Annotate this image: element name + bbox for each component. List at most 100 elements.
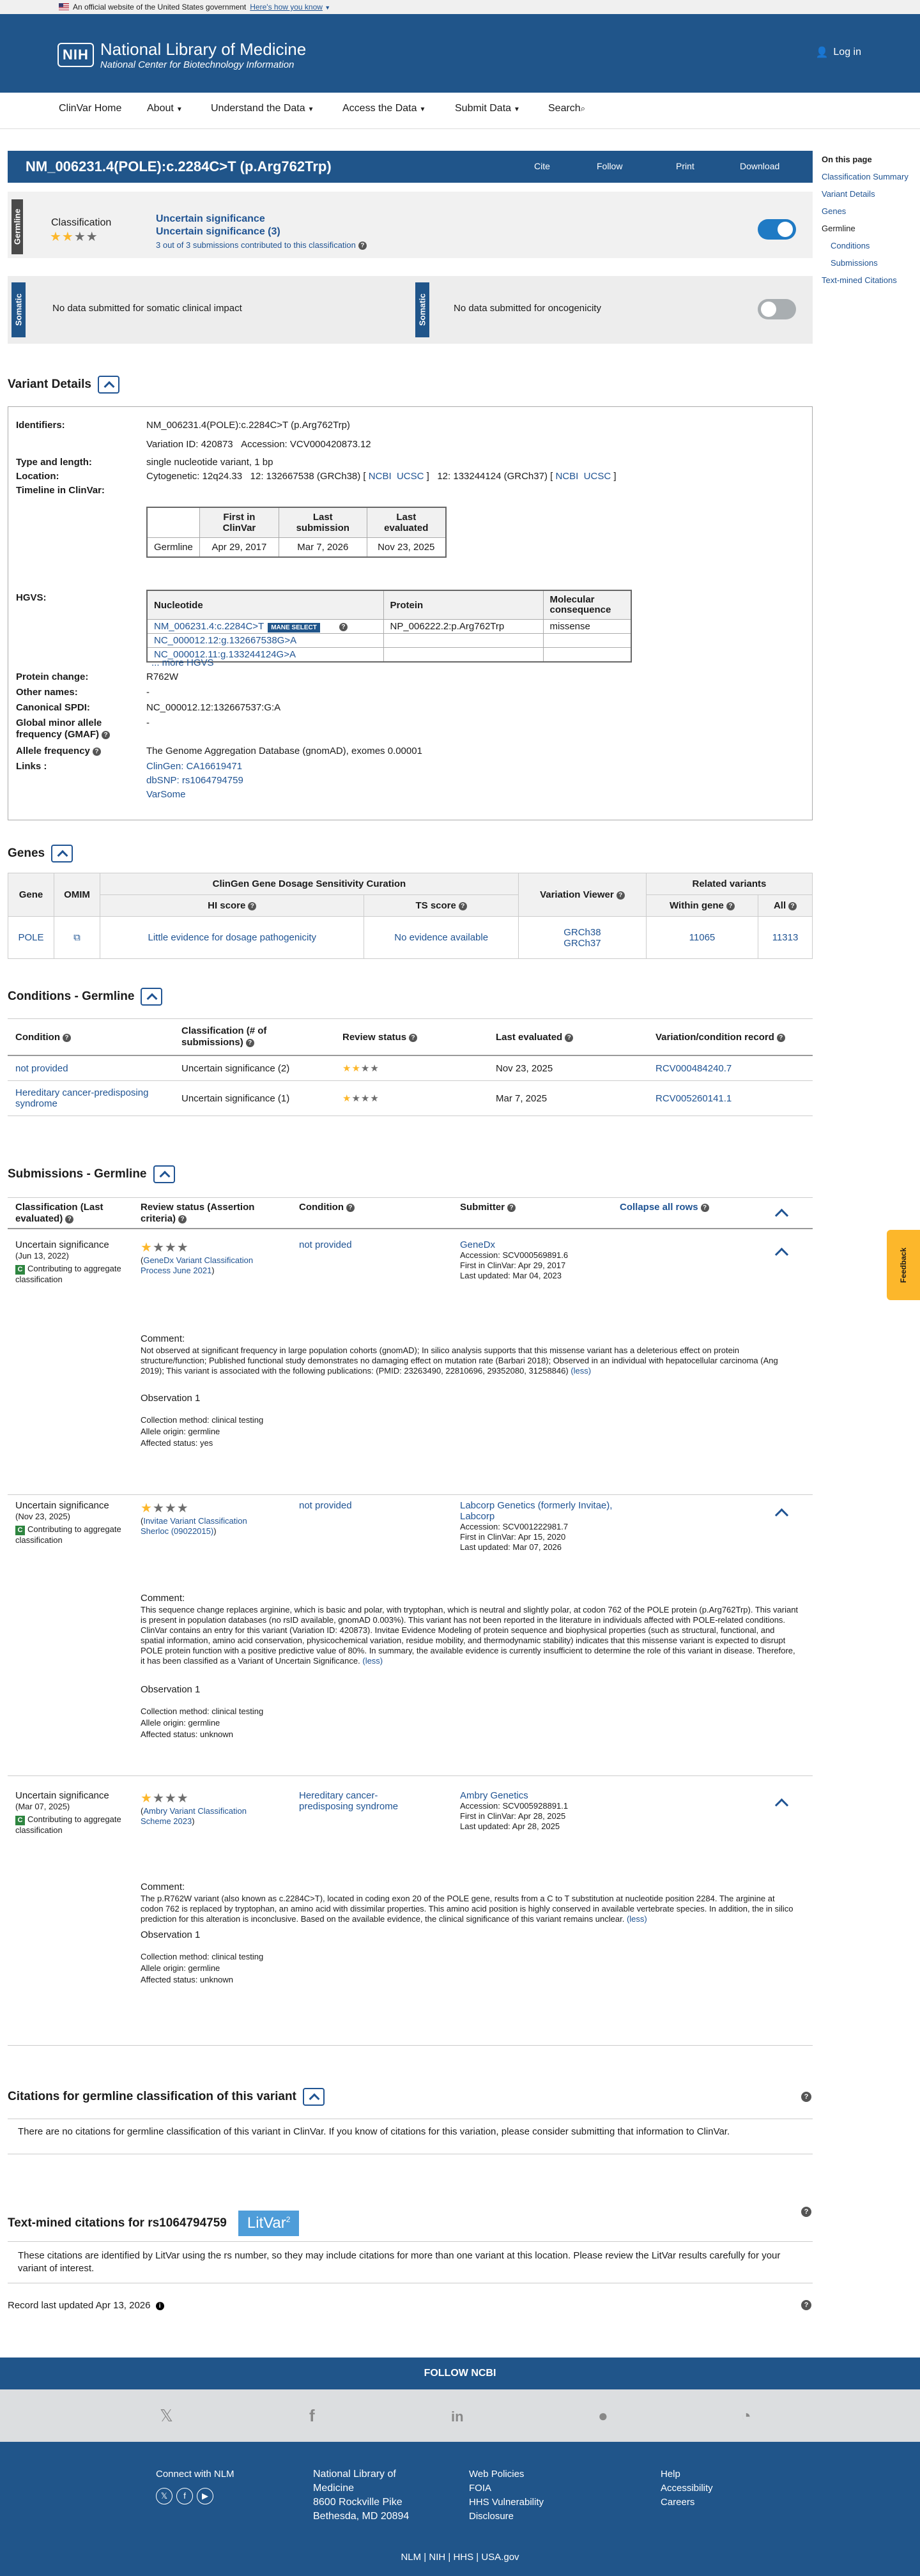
collapse-all-rows[interactable]: Collapse all rows? [620, 1202, 709, 1213]
submissions-count-link[interactable]: 3 out of 3 submissions contributed to th… [156, 240, 356, 250]
ucsc-link[interactable]: UCSC [397, 471, 424, 482]
nav-search[interactable]: Search⌕ [548, 103, 585, 114]
footer-link[interactable]: Help [661, 2467, 713, 2481]
footer-link[interactable]: HHS Vulnerability [469, 2496, 544, 2510]
hgvs-link[interactable]: NM_006231.4:c.2284C>T [154, 621, 264, 632]
nav-access[interactable]: Access the Data ▼ [342, 103, 425, 114]
info-icon[interactable]: ? [102, 731, 111, 739]
condition-link[interactable]: Hereditary cancer-predisposing syndrome [15, 1087, 148, 1109]
footer-link[interactable]: Web Policies [469, 2467, 544, 2481]
footer-link[interactable]: Accessibility [661, 2481, 713, 2496]
criteria-link[interactable]: GeneDx Variant Classification Process Ju… [141, 1255, 253, 1275]
onpage-conditions[interactable]: Conditions [822, 237, 917, 254]
onpage-classification-summary[interactable]: Classification Summary [822, 168, 917, 185]
facebook-icon[interactable]: f [176, 2488, 193, 2504]
rss-icon[interactable]: ◔ [741, 2406, 751, 2426]
collapse-button[interactable] [153, 1165, 175, 1183]
all-variants-link[interactable]: 11313 [772, 932, 799, 943]
youtube-icon[interactable]: ▶ [197, 2488, 213, 2504]
download-button[interactable]: Download [740, 161, 779, 171]
contributing-icon: C [15, 1816, 25, 1825]
social-bar: 𝕏 f in ● ◔ [0, 2389, 920, 2442]
ncbi-link[interactable]: NCBI [369, 471, 392, 482]
follow-button[interactable]: Follow [597, 161, 622, 171]
review-stars: ★★★★ [141, 1791, 189, 1805]
criteria-link[interactable]: Ambry Variant Classification Scheme 2023 [141, 1806, 247, 1826]
nav-clinvar-home[interactable]: ClinVar Home [59, 103, 121, 114]
within-gene-link[interactable]: 11065 [689, 932, 716, 943]
print-button[interactable]: Print [676, 161, 694, 171]
info-icon[interactable]: i [155, 2302, 164, 2310]
grch38-link[interactable]: GRCh38 [524, 927, 641, 938]
litvar-logo[interactable]: LitVar2 [238, 2211, 300, 2236]
linkedin-icon[interactable]: in [451, 2409, 464, 2425]
info-icon[interactable]: ? [92, 747, 101, 756]
varsome-link[interactable]: VarSome [146, 789, 185, 800]
login-button[interactable]: 👤 Log in [815, 46, 861, 59]
germline-sig-count-link[interactable]: Uncertain significance (3) [156, 226, 280, 238]
collapse-button[interactable] [51, 845, 73, 862]
clingen-link[interactable]: ClinGen: CA16619471 [146, 761, 242, 772]
external-link-icon[interactable]: ⧉ [73, 932, 80, 943]
dbsnp-link[interactable]: dbSNP: rs1064794759 [146, 775, 243, 786]
collapse-button[interactable] [141, 988, 163, 1006]
less-link[interactable]: (less) [571, 1366, 591, 1376]
github-icon[interactable]: ● [598, 2406, 608, 2426]
condition-link[interactable]: not provided [299, 1239, 352, 1250]
onpage-submissions[interactable]: Submissions [822, 254, 917, 272]
footer-link[interactable]: Careers [661, 2496, 713, 2510]
germline-toggle[interactable] [758, 219, 796, 240]
onpage-genes[interactable]: Genes [822, 203, 917, 220]
less-link[interactable]: (less) [627, 1914, 647, 1924]
help-icon[interactable]: ? [801, 2207, 811, 2217]
rcv-link[interactable]: RCV005260141.1 [656, 1093, 732, 1104]
onpage-textmined[interactable]: Text-mined Citations [822, 272, 917, 289]
chevron-up-icon[interactable] [774, 1505, 788, 1519]
collapse-button[interactable] [302, 2088, 325, 2106]
condition-link[interactable]: Hereditary cancer-predisposing syndrome [299, 1790, 427, 1812]
facebook-icon[interactable]: f [309, 2406, 315, 2426]
chevron-up-icon[interactable] [774, 1795, 788, 1809]
footer-link[interactable]: FOIA [469, 2481, 544, 2496]
somatic-summary: Somatic No data submitted for somatic cl… [8, 276, 813, 344]
submitter-link[interactable]: GeneDx [460, 1239, 495, 1250]
chevron-up-icon[interactable] [774, 1206, 788, 1220]
help-icon[interactable]: ? [801, 2092, 811, 2102]
footer-link[interactable]: Disclosure [469, 2510, 544, 2524]
chevron-up-icon[interactable] [774, 1245, 788, 1259]
less-link[interactable]: (less) [362, 1656, 383, 1666]
somatic-toggle[interactable] [758, 299, 796, 319]
nlm-logo[interactable]: NIH National Library of Medicine National… [57, 40, 306, 70]
how-you-know-link[interactable]: Here's how you know [250, 3, 323, 12]
collapse-button[interactable] [97, 376, 119, 394]
criteria-link[interactable]: Invitae Variant Classification Sherloc (… [141, 1516, 247, 1536]
hgvs-link[interactable]: NC_000012.12:g.132667538G>A [154, 635, 296, 646]
x-icon[interactable]: 𝕏 [160, 2406, 173, 2426]
feedback-button[interactable]: Feedback [887, 1230, 920, 1300]
gene-link[interactable]: POLE [18, 932, 43, 943]
submitter-link[interactable]: Ambry Genetics [460, 1790, 528, 1801]
table-row: Hereditary cancer-predisposing syndrome U… [8, 1080, 813, 1116]
rcv-link[interactable]: RCV000484240.7 [656, 1063, 732, 1074]
nav-understand[interactable]: Understand the Data ▼ [211, 103, 314, 114]
hi-score-link[interactable]: Little evidence for dosage pathogenicity [148, 932, 316, 943]
info-icon: ? [776, 1033, 785, 1042]
more-hgvs-link[interactable]: ... more HGVS [151, 657, 214, 668]
x-icon[interactable]: 𝕏 [156, 2488, 172, 2504]
info-icon[interactable]: ? [339, 623, 348, 631]
germline-sig-link[interactable]: Uncertain significance [156, 213, 265, 225]
grch37-link[interactable]: GRCh37 [524, 938, 641, 949]
condition-link[interactable]: not provided [299, 1500, 352, 1511]
ts-score-link[interactable]: No evidence available [394, 932, 488, 943]
help-icon[interactable]: ? [801, 2300, 811, 2310]
condition-link[interactable]: not provided [15, 1063, 68, 1074]
submitter-link[interactable]: Labcorp Genetics (formerly Invitae), Lab… [460, 1500, 612, 1522]
cite-button[interactable]: Cite [534, 161, 550, 171]
info-icon[interactable]: ? [358, 241, 367, 250]
onpage-variant-details[interactable]: Variant Details [822, 185, 917, 203]
germline-tab: Germline [12, 199, 23, 254]
nav-about[interactable]: About ▼ [147, 103, 183, 114]
nav-submit[interactable]: Submit Data ▼ [455, 103, 520, 114]
ucsc-link[interactable]: UCSC [584, 471, 611, 482]
ncbi-link[interactable]: NCBI [555, 471, 578, 482]
